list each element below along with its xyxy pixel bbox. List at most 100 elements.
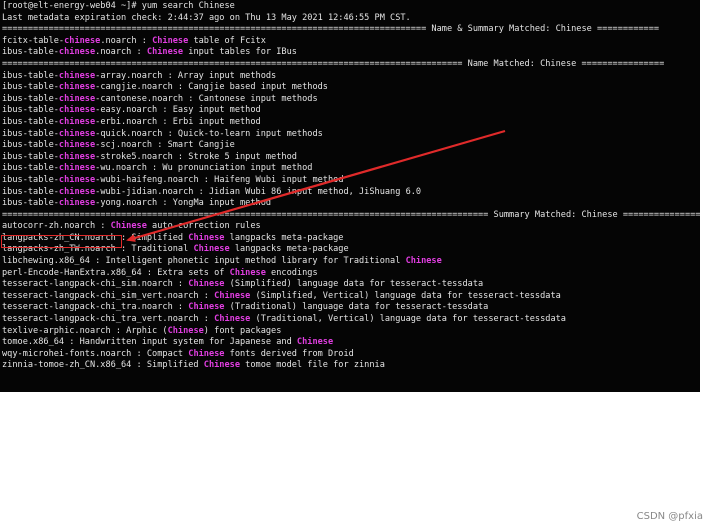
highlighted-match: Chinese xyxy=(152,35,189,46)
terminal-line: ibus-table-chinese-wu.noarch : Wu pronun… xyxy=(2,163,700,175)
line-text: -wubi-haifeng.noarch : Haifeng Wubi inpu… xyxy=(95,174,344,185)
terminal-line: libchewing.x86_64 : Intelligent phonetic… xyxy=(2,256,700,268)
line-text: encodings xyxy=(265,267,318,278)
line-text: texlive-arphic.noarch : Arphic ( xyxy=(2,325,168,336)
line-text: ibus-table- xyxy=(2,47,59,58)
highlighted-match: chinese xyxy=(58,163,96,174)
highlighted-match: Chinese xyxy=(188,232,225,243)
terminal-line: Last metadata expiration check: 2:44:37 … xyxy=(2,13,700,25)
line-text: (Traditional) language data for tesserac… xyxy=(224,302,489,313)
terminal-line: ibus-table-chinese-easy.noarch : Easy in… xyxy=(2,105,700,117)
line-text: ibus-table- xyxy=(2,70,59,81)
line-text: -easy.noarch : Easy input method xyxy=(95,105,261,116)
line-text: ibus-table- xyxy=(2,198,59,209)
line-text: table of Fcitx xyxy=(188,35,266,46)
line-text: tomoe model file for zinnia xyxy=(240,360,385,371)
highlighted-match: chinese xyxy=(58,116,96,127)
highlighted-match: chinese xyxy=(58,151,96,162)
line-text: tesseract-langpack-chi_sim.noarch : xyxy=(2,279,189,290)
line-text: -erbi.noarch : Erbi input method xyxy=(95,116,261,127)
highlighted-match: Chinese xyxy=(214,290,251,301)
highlighted-match: Chinese xyxy=(188,348,225,359)
terminal-line: ibus-table-chinese-array.noarch : Array … xyxy=(2,71,700,83)
line-text: ibus-table- xyxy=(2,105,59,116)
terminal-line: autocorr-zh.noarch : Chinese auto-correc… xyxy=(2,221,700,233)
highlighted-match: Chinese xyxy=(405,256,442,267)
highlighted-match: Chinese xyxy=(193,244,230,255)
highlighted-match: chinese xyxy=(58,198,96,209)
line-text: perl-Encode-HanExtra.x86_64 : Extra sets… xyxy=(2,267,230,278)
terminal-line: ========================================… xyxy=(2,210,700,222)
line-text: autocorr-zh.noarch : xyxy=(2,221,111,232)
terminal-line: wqy-microhei-fonts.noarch : Compact Chin… xyxy=(2,349,700,361)
line-text: auto-correction rules xyxy=(146,221,261,232)
line-text: (Simplified) language data for tesseract… xyxy=(224,279,484,290)
terminal-line: ========================================… xyxy=(2,24,700,36)
line-text: -quick.noarch : Quick-to-learn input met… xyxy=(95,128,323,139)
terminal-line: zinnia-tomoe-zh_CN.x86_64 : Simplified C… xyxy=(2,360,700,372)
highlighted-match: Chinese xyxy=(110,221,147,232)
line-text: .noarch : xyxy=(95,47,147,58)
highlighted-match: chinese xyxy=(58,186,96,197)
highlighted-match: Chinese xyxy=(229,267,266,278)
highlighted-match: Chinese xyxy=(146,47,184,58)
line-text: -scj.noarch : Smart Cangjie xyxy=(95,140,235,151)
line-text: -wubi-jidian.noarch : Jidian Wubi 86 inp… xyxy=(95,186,422,197)
line-text: Last metadata expiration check: 2:44:37 … xyxy=(2,12,411,23)
terminal-line: tesseract-langpack-chi_tra.noarch : Chin… xyxy=(2,302,700,314)
line-text: libchewing.x86_64 : Intelligent phonetic… xyxy=(2,256,406,267)
line-text: -cangjie.noarch : Cangjie based input me… xyxy=(95,82,328,93)
watermark-text: CSDN @pfxia xyxy=(636,511,703,522)
terminal-line: tesseract-langpack-chi_sim.noarch : Chin… xyxy=(2,279,700,291)
line-text: zinnia-tomoe-zh_CN.x86_64 : Simplified xyxy=(2,360,204,371)
line-text: ibus-table- xyxy=(2,128,59,139)
line-text: wqy-microhei-fonts.noarch : Compact xyxy=(2,348,189,359)
line-text: tomoe.x86_64 : Handwritten input system … xyxy=(2,337,297,348)
line-text: ibus-table- xyxy=(2,140,59,151)
line-text: tesseract-langpack-chi_tra_vert.noarch : xyxy=(2,314,215,325)
terminal-line: ibus-table-chinese-yong.noarch : YongMa … xyxy=(2,198,700,210)
terminal-line: ibus-table-chinese-wubi-haifeng.noarch :… xyxy=(2,175,700,187)
line-text: (Traditional, Vertical) language data fo… xyxy=(250,314,566,325)
terminal-line: ibus-table-chinese-cangjie.noarch : Cang… xyxy=(2,82,700,94)
highlighted-match: chinese xyxy=(58,105,96,116)
terminal-line: [root@elt-energy-web04 ~]# yum search Ch… xyxy=(2,1,700,13)
line-text: ========================================… xyxy=(2,209,700,220)
line-text: input tables for IBus xyxy=(183,47,297,58)
line-text: fcitx-table- xyxy=(2,35,65,46)
terminal-line: ibus-table-chinese-cantonese.noarch : Ca… xyxy=(2,94,700,106)
terminal-line: ========================================… xyxy=(2,59,700,71)
line-text: .noarch : xyxy=(100,35,153,46)
terminal-line: ibus-table-chinese.noarch : Chinese inpu… xyxy=(2,47,700,59)
terminal-line: ibus-table-chinese-stroke5.noarch : Stro… xyxy=(2,152,700,164)
line-text: langpacks meta-package xyxy=(229,244,349,255)
highlighted-match: chinese xyxy=(64,35,101,46)
terminal-line: ibus-table-chinese-wubi-jidian.noarch : … xyxy=(2,187,700,199)
line-text: ========================================… xyxy=(2,24,660,35)
highlighted-match: chinese xyxy=(58,70,96,81)
terminal-line: ibus-table-chinese-quick.noarch : Quick-… xyxy=(2,129,700,141)
highlighted-match: chinese xyxy=(58,128,96,139)
highlighted-match: Chinese xyxy=(167,325,204,336)
highlighted-match: Chinese xyxy=(296,337,334,348)
line-text: ibus-table- xyxy=(2,186,59,197)
highlighted-match: Chinese xyxy=(188,302,225,313)
highlighted-match: chinese xyxy=(58,140,96,151)
line-text: langpacks meta-package xyxy=(224,232,344,243)
terminal-line: texlive-arphic.noarch : Arphic (Chinese)… xyxy=(2,326,700,338)
line-text: ibus-table- xyxy=(2,163,59,174)
highlighted-match: chinese xyxy=(58,82,96,93)
line-text: ibus-table- xyxy=(2,116,59,127)
line-text: ibus-table- xyxy=(2,174,59,185)
highlighted-match: chinese xyxy=(58,47,96,58)
highlighted-match: Chinese xyxy=(214,314,251,325)
highlighted-match: Chinese xyxy=(203,360,240,371)
highlighted-match: Chinese xyxy=(188,279,225,290)
terminal-line: perl-Encode-HanExtra.x86_64 : Extra sets… xyxy=(2,268,700,280)
line-text: ibus-table- xyxy=(2,151,59,162)
highlighted-match: chinese xyxy=(58,93,96,104)
terminal-line: ibus-table-chinese-scj.noarch : Smart Ca… xyxy=(2,140,700,152)
line-text: ========================================… xyxy=(2,58,665,69)
terminal-window[interactable]: [root@elt-energy-web04 ~]# yum search Ch… xyxy=(0,0,700,392)
line-text: [root@elt-energy-web04 ~]# yum search Ch… xyxy=(2,1,235,11)
